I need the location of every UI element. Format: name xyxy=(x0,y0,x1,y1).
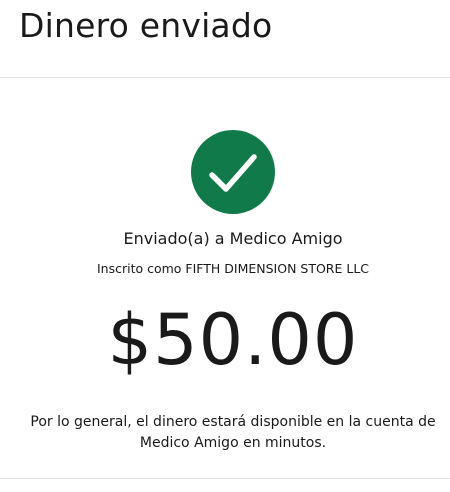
amount-sent: $50.00 xyxy=(107,299,359,381)
recipient-line: Enviado(a) a Medico Amigo xyxy=(123,229,343,248)
page-title: Dinero enviado xyxy=(19,6,273,45)
success-badge xyxy=(191,130,275,214)
availability-note: Por lo general, el dinero estará disponi… xyxy=(30,414,436,451)
registered-name-line: Inscrito como FIFTH DIMENSION STORE LLC xyxy=(96,261,370,276)
check-icon xyxy=(209,154,257,192)
header: Dinero enviado xyxy=(0,0,450,78)
footer-divider xyxy=(0,478,450,479)
